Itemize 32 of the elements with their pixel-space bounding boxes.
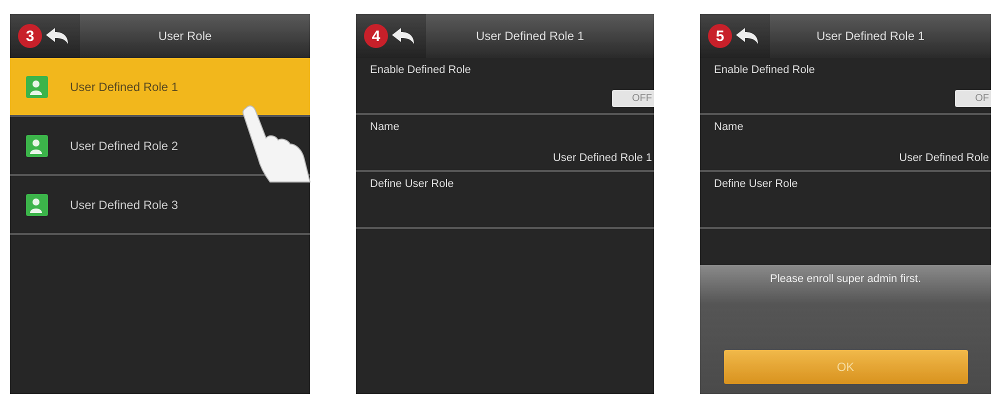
setting-label: Enable Defined Role: [370, 64, 472, 76]
back-arrow-icon[interactable]: [44, 26, 70, 46]
back-arrow-icon[interactable]: [390, 26, 416, 46]
setting-label: Define User Role: [714, 178, 799, 190]
setting-row[interactable]: Name User Defined Role: [700, 115, 991, 172]
back-arrow-icon[interactable]: [734, 26, 760, 46]
role-name: User Defined Role 2: [70, 138, 178, 152]
screen-title: User Role: [157, 29, 213, 43]
setting-label: Name: [714, 121, 744, 133]
list-item[interactable]: User Defined Role 1: [10, 58, 310, 117]
setting-label: Enable Defined Role: [714, 64, 816, 76]
step-badge: 4: [364, 24, 388, 48]
user-icon: [26, 134, 48, 156]
setting-row[interactable]: Enable Defined Role OF: [700, 58, 991, 115]
dialog-message: Please enroll super admin first.: [770, 273, 921, 285]
setting-label: Name: [370, 121, 400, 133]
role-name: User Defined Role 3: [70, 198, 178, 212]
step-badge: 5: [708, 24, 732, 48]
user-icon: [26, 76, 48, 98]
setting-label: Define User Role: [370, 178, 455, 190]
step-badge: 3: [18, 24, 42, 48]
setting-row[interactable]: Define User Role: [356, 172, 654, 229]
user-icon: [26, 194, 48, 216]
setting-value: User Defined Role: [899, 152, 990, 164]
role-name: User Defined Role 1: [70, 80, 178, 94]
setting-row[interactable]: Enable Defined Role OFF: [356, 58, 654, 115]
pointing-hand-icon: [240, 104, 312, 184]
setting-row[interactable]: Name User Defined Role 1: [356, 115, 654, 172]
screen-title: User Defined Role 1: [815, 29, 926, 43]
setting-row[interactable]: Define User Role: [700, 172, 991, 229]
setting-value: User Defined Role 1: [552, 152, 653, 164]
screen-title: User Defined Role 1: [474, 29, 586, 43]
